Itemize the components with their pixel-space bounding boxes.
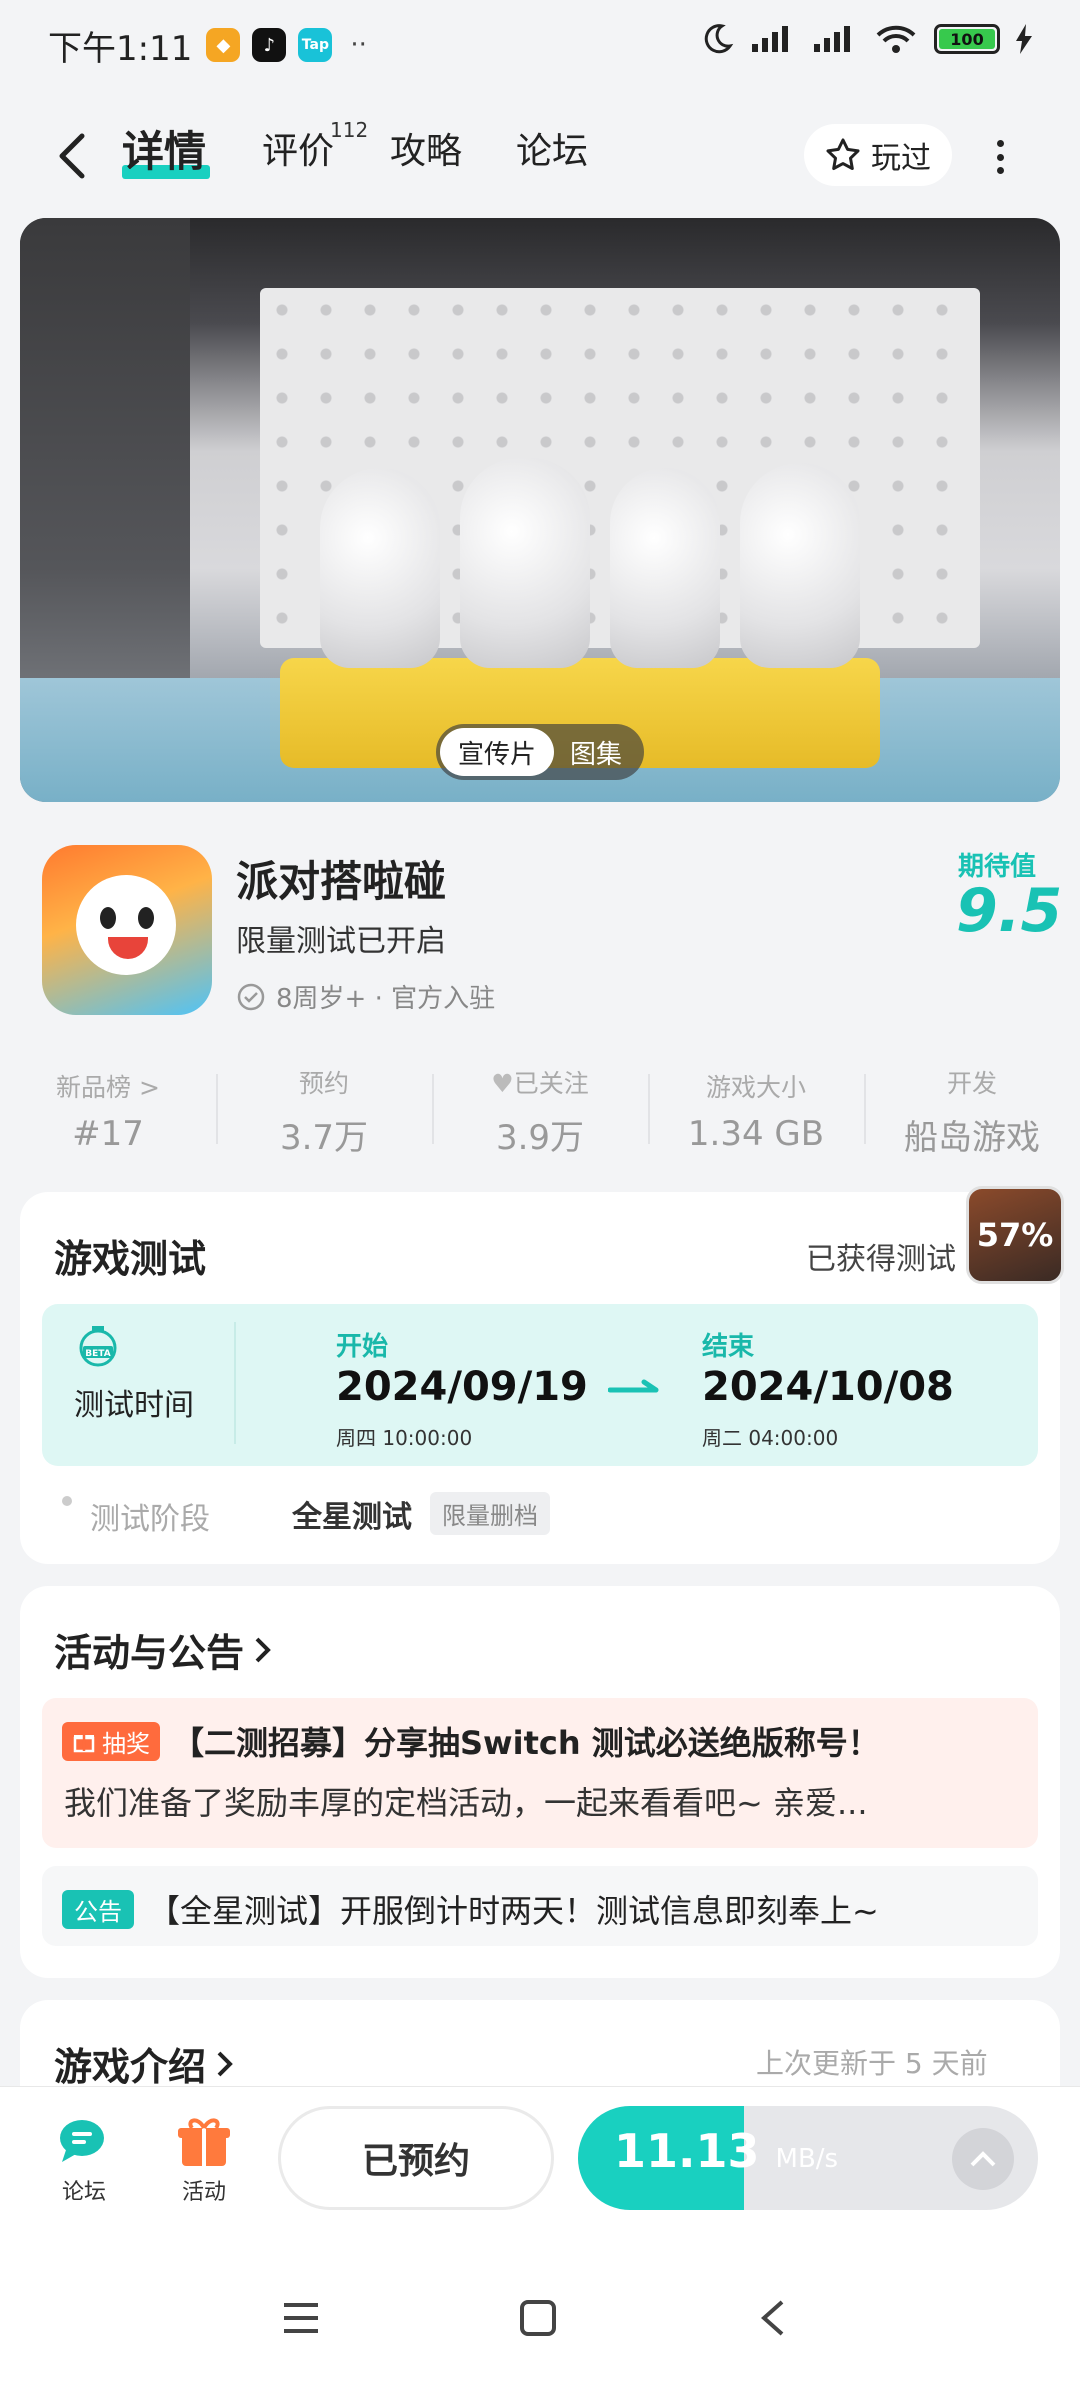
gift-box-icon [178,2118,230,2166]
notification-app-icon: ◆ [206,28,241,62]
expect-score: 9.5 [956,876,1063,946]
star-icon [826,138,860,170]
battery-icon: 100 [934,24,1000,54]
played-button[interactable]: 玩过 [804,124,952,186]
chat-bubble-icon [60,2120,104,2162]
intro-header[interactable]: 游戏介绍 [54,2036,236,2091]
chevron-right-icon [217,2051,233,2076]
activity-1-title: 【二测招募】分享抽Switch 测试必送绝版称号！ [172,1724,880,1762]
test-stage-tag: 限量删档 [430,1492,550,1535]
test-stage-value: 全星测试 [292,1500,412,1535]
download-button[interactable]: 11.13 MB/s [578,2106,1038,2210]
nav-back-icon[interactable] [758,2298,788,2338]
forum-button[interactable]: 论坛 [56,2116,112,2206]
signal-icon [752,26,788,52]
end-date: 2024/10/08 [702,1364,954,1410]
back-button[interactable] [48,128,98,184]
end-time: 周二 04:00:00 [702,1426,839,1450]
more-notifications-icon: ·· [350,30,367,60]
floating-download-progress[interactable]: 57% [966,1186,1064,1284]
chevron-up-icon [970,2151,996,2167]
bullet-dot [62,1496,72,1506]
start-date: 2024/09/19 [336,1364,588,1410]
test-stage-label: 测试阶段 [90,1502,210,1537]
played-label: 玩过 [871,141,931,176]
gallery-tab[interactable]: 图集 [554,734,638,771]
wifi-icon [876,25,916,53]
menu-icon[interactable] [280,2300,322,2336]
status-time: 下午1:11 [48,28,193,69]
stats-row: 新品榜 > #17 预约 3.7万 ♥已关注 3.9万 游戏大小 1.34 GB 开发船… [0,1046,1080,1176]
stat-developer[interactable]: 开发 船岛游戏 [864,1046,1080,1176]
age-rating: 8周岁+ · 官方入驻 [276,984,496,1014]
game-subtitle: 限量测试已开启 [236,924,446,959]
svg-text:BETA: BETA [85,1349,110,1359]
activity-button[interactable]: 活动 [176,2116,232,2206]
announcement-tag: 公告 [62,1889,134,1929]
more-options-button[interactable] [990,140,1010,174]
activity-1-desc: 我们准备了奖励丰厚的定档活动，一起来看看吧~ 亲爱... [64,1784,868,1822]
tab-guides[interactable]: 攻略 [390,122,462,174]
stat-followers[interactable]: ♥已关注 3.9万 [432,1046,648,1176]
gift-icon [73,1735,95,1753]
game-meta: 8周岁+ · 官方入驻 [236,978,495,1015]
arrow-right-icon [608,1379,659,1393]
divider [234,1322,236,1444]
taptap-icon: Tap [298,28,333,62]
activity-1-title-row: 抽奖 【二测招募】分享抽Switch 测试必送绝版称号！ [62,1718,880,1764]
banner-figure [740,463,860,668]
intro-updated: 上次更新于 5 天前 [756,2047,988,2080]
game-app-icon [42,845,212,1015]
announcement-title: 【全星测试】开服倒计时两天！测试信息即刻奉上~ [148,1892,879,1930]
expand-button[interactable] [952,2128,1014,2190]
tab-reviews[interactable]: 评价 [262,122,334,174]
activities-header[interactable]: 活动与公告 [54,1622,274,1677]
media-switcher[interactable]: 宣传片 图集 [436,724,644,780]
stat-ranking[interactable]: 新品榜 > #17 [0,1046,216,1176]
banner-figure [460,458,590,668]
home-icon[interactable] [518,2298,558,2338]
test-card-title: 游戏测试 [54,1237,207,1281]
reviews-count-badge: 112 [330,118,369,142]
chevron-right-icon [255,1637,271,1662]
announcement-row: 公告 【全星测试】开服倒计时两天！测试信息即刻奉上~ [62,1886,879,1932]
tab-forum[interactable]: 论坛 [516,122,588,174]
heart-icon: ♥ [491,1068,514,1098]
start-time: 周四 10:00:00 [336,1426,473,1450]
tiktok-icon: ♪ [252,28,287,62]
check-circle-icon [237,983,265,1010]
moon-icon [704,24,734,54]
promo-banner[interactable]: 宣传片 图集 [20,218,1060,802]
download-speed: 11.13 MB/s [614,2124,839,2178]
banner-figure [320,468,440,668]
reserved-button[interactable]: 已预约 [278,2106,554,2210]
stat-reservations: 预约 3.7万 [216,1046,432,1176]
stat-size: 游戏大小 1.34 GB [648,1046,864,1176]
end-label: 结束 [702,1332,755,1362]
game-title: 派对搭啦碰 [236,857,447,906]
trailer-tab[interactable]: 宣传片 [440,728,555,776]
status-bar: 下午1:11 ◆ ♪ Tap ·· 100 [0,0,1080,90]
tab-details[interactable]: 详情 [122,118,206,179]
start-label: 开始 [336,1332,389,1362]
lottery-tag: 抽奖 [62,1721,160,1761]
beta-icon: BETA [79,1326,117,1367]
system-nav-bar [0,2236,1080,2401]
signal-2-icon [814,26,850,52]
test-obtained-link[interactable]: 已获得测试 [806,1234,956,1278]
test-time-label: 测试时间 [74,1388,194,1423]
banner-figure [610,468,720,668]
charging-icon [1016,24,1032,54]
